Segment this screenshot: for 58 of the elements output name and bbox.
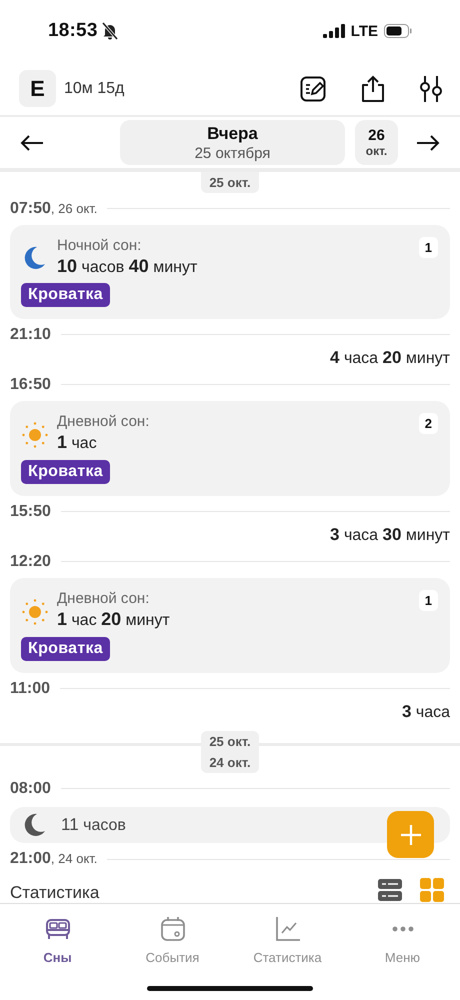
next-date-button[interactable]: 26 окт. [355, 120, 398, 165]
sleep-type: Дневной сон: [57, 412, 150, 430]
place-tag: Кроватка [21, 636, 110, 661]
more-icon [390, 925, 414, 933]
sleep-summary-card[interactable]: 11 часов [10, 806, 450, 844]
date-subtitle: 25 октября [194, 144, 270, 162]
time-label: 08:00 [10, 780, 51, 798]
sleep-card[interactable]: Дневной сон: 1 час 2 Кроватка [10, 400, 450, 496]
time-label: 16:50 [10, 376, 51, 394]
awake-duration: 3 часа [402, 700, 450, 723]
time-label: 21:00, 24 окт. [10, 850, 98, 868]
awake-duration: 4 часа 20 минут [330, 346, 450, 369]
month-label: окт. [366, 144, 388, 158]
battery-icon [384, 24, 412, 38]
line-chart-icon [274, 915, 302, 943]
date-chip: 25 окт. [201, 172, 259, 193]
edit-notes-button[interactable] [300, 76, 326, 102]
sleep-type: Ночной сон: [57, 236, 142, 254]
sleep-duration: 11 часов [61, 814, 126, 835]
date-title: Вчера [207, 124, 258, 144]
share-button[interactable] [360, 74, 386, 102]
avatar[interactable]: E [19, 70, 56, 107]
sleep-duration: 1 час 20 минут [57, 608, 171, 630]
next-day-button[interactable] [416, 134, 440, 152]
date-chip: 25 окт. 24 окт. [201, 730, 259, 773]
plus-icon [400, 824, 422, 846]
count-badge: 1 [418, 590, 438, 611]
place-tag: Кроватка [21, 282, 110, 307]
place-tag: Кроватка [21, 460, 110, 484]
section-title: Статистика [10, 883, 100, 904]
sleep-card[interactable]: Ночной сон: 10 часов 40 минут 1 Кроватка [10, 224, 450, 319]
sleep-duration: 1 час [57, 432, 98, 453]
filter-settings-button[interactable] [420, 74, 442, 102]
clock: 18:53 [48, 20, 98, 42]
network-type: LTE [350, 22, 378, 40]
awake-duration: 3 часа 30 минут [330, 524, 450, 546]
count-badge: 2 [418, 412, 438, 434]
sun-icon [21, 420, 49, 449]
sun-icon [21, 598, 49, 626]
time-label: 07:50, 26 окт. [10, 200, 98, 218]
sleep-card[interactable]: Дневной сон: 1 час 20 минут 1 Кроватка [10, 578, 450, 673]
list-view-icon[interactable] [378, 878, 402, 902]
sleep-duration: 10 часов 40 минут [57, 256, 198, 277]
count-badge: 1 [418, 236, 438, 258]
current-date-button[interactable]: Вчера 25 октября [120, 120, 345, 165]
time-label: 12:20 [10, 552, 51, 571]
day-number: 26 [368, 127, 385, 144]
time-label: 21:10 [10, 326, 51, 344]
tab[interactable]: Сны [2, 914, 112, 965]
bed-icon [44, 917, 72, 941]
sleep-type: Дневной сон: [57, 590, 150, 607]
child-age: 10м 15д [64, 80, 126, 98]
previous-day-button[interactable] [20, 134, 44, 152]
bell-muted-icon [102, 22, 118, 40]
calendar-icon [158, 915, 186, 943]
time-label: 11:00 [10, 680, 50, 698]
signal-icon [322, 24, 345, 38]
time-label: 15:50 [10, 502, 51, 521]
